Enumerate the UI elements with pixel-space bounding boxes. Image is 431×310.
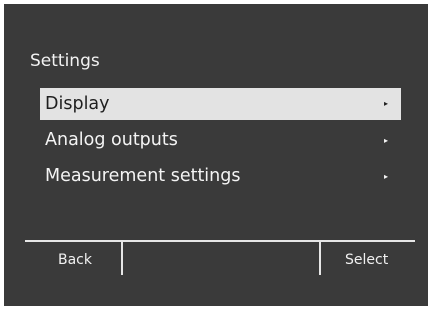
menu-item-label: Display xyxy=(45,94,110,114)
chevron-right-icon: ▸ xyxy=(383,136,388,145)
menu-item-label: Measurement settings xyxy=(45,166,241,186)
page-title: Settings xyxy=(30,51,100,71)
softkey-bar: Back Select xyxy=(25,240,415,278)
menu-item-measurement-settings[interactable]: Measurement settings ▸ xyxy=(40,160,401,193)
chevron-right-icon: ▸ xyxy=(383,99,388,108)
device-screen: Settings Display ▸ Analog outputs ▸ Meas… xyxy=(4,4,428,306)
select-button[interactable]: Select xyxy=(345,251,388,269)
chevron-right-icon: ▸ xyxy=(383,172,388,181)
menu-item-label: Analog outputs xyxy=(45,130,178,150)
menu-item-analog-outputs[interactable]: Analog outputs ▸ xyxy=(40,124,401,157)
softkey-divider-left xyxy=(121,242,123,275)
menu-item-display[interactable]: Display ▸ xyxy=(40,88,401,120)
back-button[interactable]: Back xyxy=(58,251,92,269)
softkey-divider-right xyxy=(319,242,321,275)
settings-menu: Display ▸ Analog outputs ▸ Measurement s… xyxy=(40,88,401,196)
